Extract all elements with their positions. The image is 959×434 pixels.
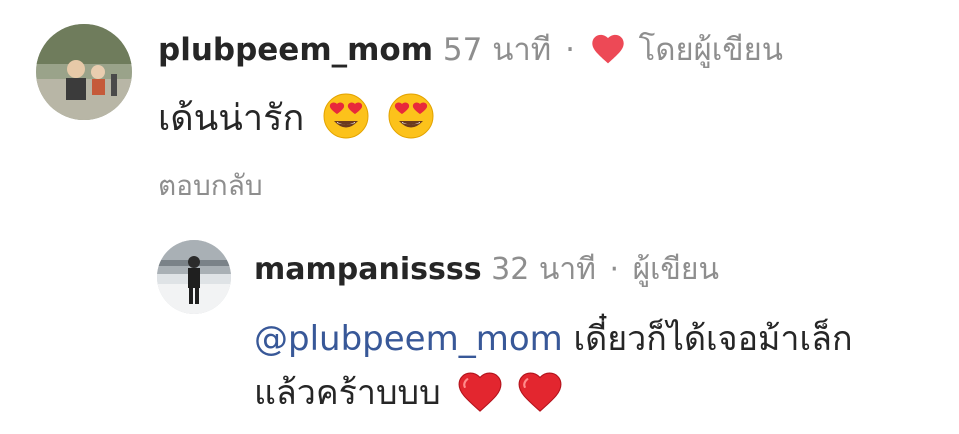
comment-username[interactable]: plubpeem_mom (158, 32, 433, 68)
reply-text-line-2: แล้วคร้าบบบ (254, 373, 441, 413)
heart-eyes-emoji-icon (322, 92, 370, 153)
reply-line-1: @plubpeem_mom เดี๋ยวก็ได้เจอม้าเล็ก (254, 312, 954, 366)
reply-username[interactable]: mampanissss (254, 252, 482, 287)
avatar-mampanissss[interactable] (157, 240, 231, 314)
reply-meta: mampanissss 32 นาที · ผู้เขียน (254, 250, 719, 290)
meta-separator: · (609, 252, 620, 287)
liked-heart-icon (591, 34, 625, 74)
meta-separator: · (565, 32, 575, 68)
reply-button[interactable]: ตอบกลับ (158, 166, 263, 206)
comment-meta: plubpeem_mom 57 นาที · โดยผู้เขียน (158, 30, 783, 74)
red-heart-emoji-icon (518, 372, 562, 428)
reply-text-line-1: เดี๋ยวก็ได้เจอม้าเล็ก (562, 319, 853, 359)
comment-time: 57 นาที (442, 32, 552, 68)
mention-link[interactable]: @plubpeem_mom (254, 319, 563, 359)
heart-eyes-emoji-icon (387, 92, 435, 153)
comment-text: เด้นน่ารัก (158, 98, 305, 139)
reply-body: @plubpeem_mom เดี๋ยวก็ได้เจอม้าเล็ก แล้ว… (254, 312, 954, 428)
reply-line-2: แล้วคร้าบบบ (254, 366, 954, 428)
comment-body: เด้นน่ารัก (158, 92, 435, 153)
author-badge: ผู้เขียน (632, 252, 720, 287)
liked-by-author-label: โดยผู้เขียน (638, 32, 783, 68)
red-heart-emoji-icon (458, 372, 502, 428)
avatar-plubpeem-mom[interactable] (36, 24, 132, 120)
reply-time: 32 นาที (491, 252, 596, 287)
